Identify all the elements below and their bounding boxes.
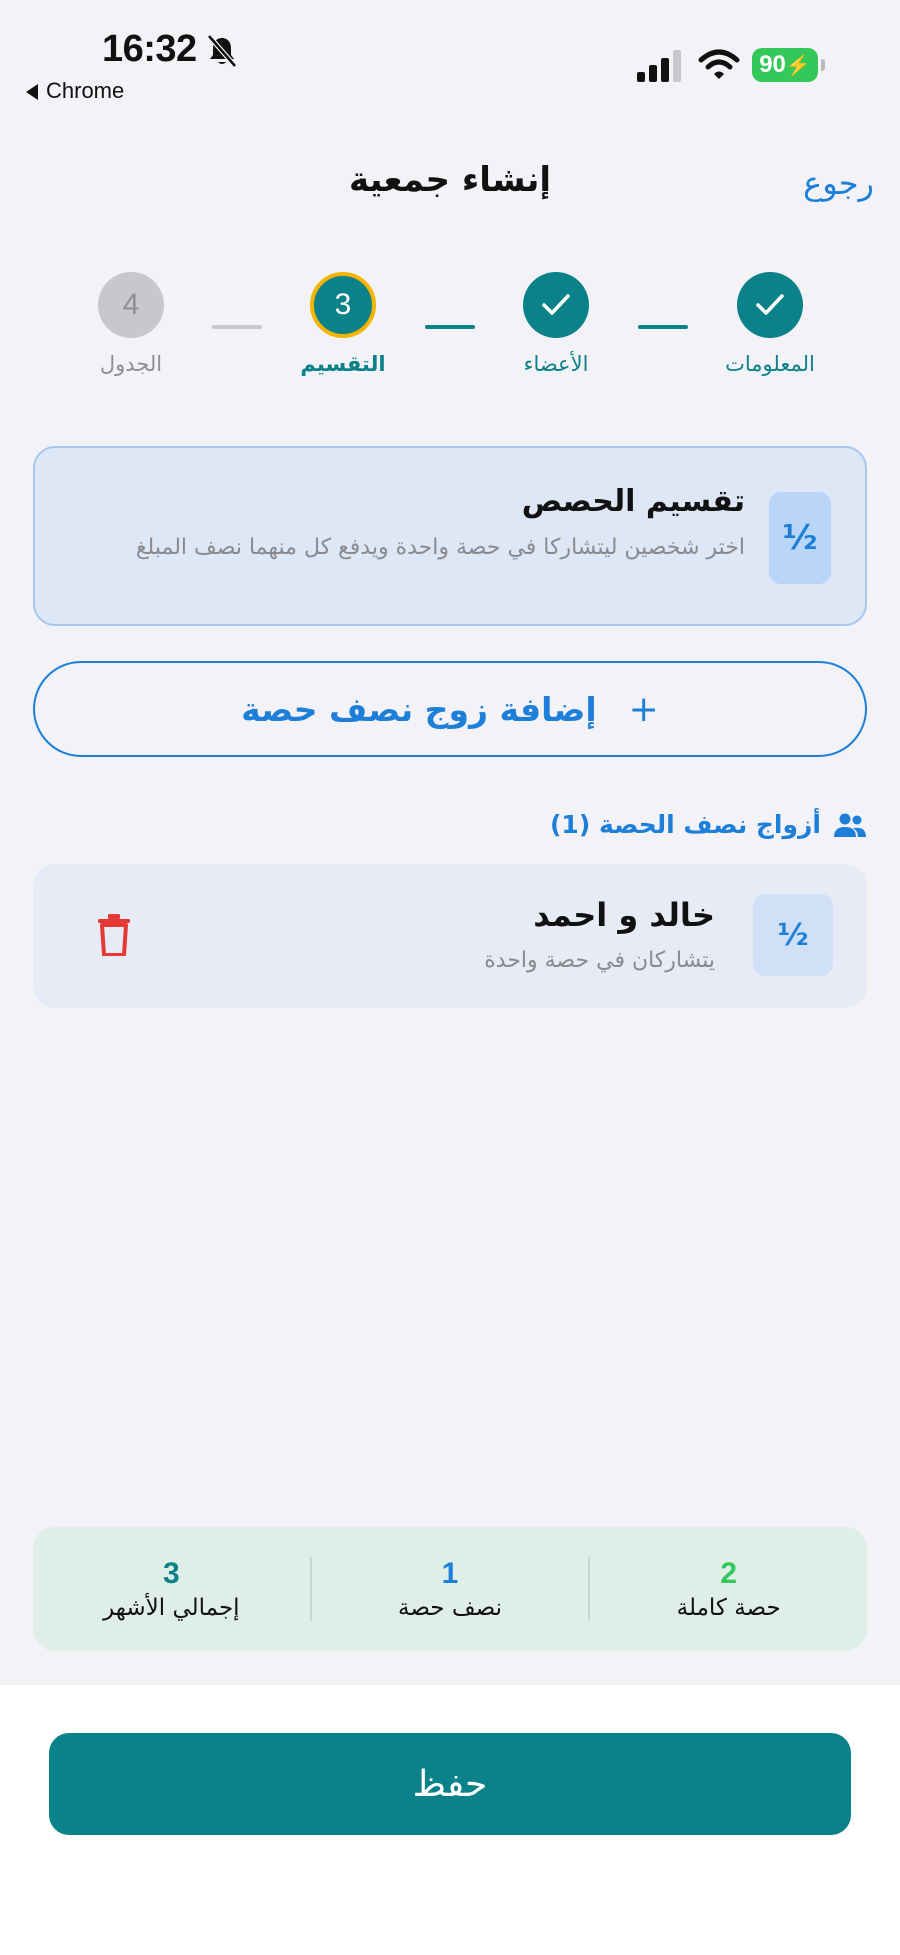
summary-stats: 2 حصة كاملة 1 نصف حصة 3 إجمالي الأشهر [33, 1527, 867, 1651]
trash-icon[interactable] [97, 914, 131, 956]
pairs-section-title: أزواج نصف الحصة (1) [549, 810, 821, 839]
step-division[interactable]: 3 التقسيم [273, 272, 413, 376]
bottom-action-bar: حفظ [0, 1685, 900, 1955]
page-title: إنشاء جمعية [349, 160, 551, 200]
step-division-number: 3 [310, 272, 376, 338]
half-share-badge: ½ [753, 894, 833, 976]
stat-half-share-value: 1 [441, 1557, 459, 1590]
plus-icon: + [628, 688, 659, 730]
half-share-badge: ½ [769, 492, 831, 584]
step-schedule-number: 4 [98, 272, 164, 338]
share-division-info-card: ½ تقسيم الحصص اختر شخصين ليتشاركا في حصة… [33, 446, 867, 626]
stat-total-months-label: إجمالي الأشهر [103, 1595, 240, 1621]
info-card-title: تقسيم الحصص [521, 484, 745, 519]
step-division-label: التقسيم [300, 352, 386, 376]
checkmark-icon [737, 272, 803, 338]
stat-half-share: 1 نصف حصة [312, 1527, 589, 1651]
stat-full-share: 2 حصة كاملة [590, 1527, 867, 1651]
pair-name: خالد و احمد [533, 896, 715, 934]
pair-subtitle: يتشاركان في حصة واحدة [484, 948, 715, 973]
battery-level: 90 [759, 51, 786, 78]
stat-divider [588, 1557, 591, 1621]
add-half-share-pair-button[interactable]: + إضافة زوج نصف حصة [33, 661, 867, 757]
step-connector [425, 325, 475, 329]
bell-muted-icon [207, 34, 237, 68]
battery-indicator: 90 ⚡ [752, 48, 825, 82]
step-info-label: المعلومات [725, 352, 815, 376]
charging-bolt-icon: ⚡ [785, 54, 811, 77]
people-icon [834, 813, 866, 837]
back-app-label: Chrome [46, 78, 125, 103]
stat-full-share-label: حصة كاملة [676, 1595, 781, 1621]
step-info[interactable]: المعلومات [700, 272, 840, 376]
step-connector [212, 325, 262, 329]
stat-half-share-label: نصف حصة [398, 1595, 502, 1621]
step-members-label: الأعضاء [523, 352, 589, 376]
save-button[interactable]: حفظ [49, 1733, 851, 1835]
step-schedule[interactable]: 4 الجدول [61, 272, 201, 376]
stat-full-share-value: 2 [720, 1557, 738, 1590]
stat-divider [309, 1557, 312, 1621]
info-card-description: اختر شخصين ليتشاركا في حصة واحدة ويدفع ك… [135, 535, 745, 560]
list-item: ½ خالد و احمد يتشاركان في حصة واحدة [33, 864, 867, 1008]
back-triangle-icon [26, 84, 38, 101]
status-time: 16:32 [102, 28, 197, 70]
checkmark-icon [523, 272, 589, 338]
stat-total-months: 3 إجمالي الأشهر [33, 1527, 310, 1651]
step-connector [638, 325, 688, 329]
step-members[interactable]: الأعضاء [486, 272, 626, 376]
pairs-section-header: أزواج نصف الحصة (1) [550, 810, 867, 839]
step-schedule-label: الجدول [99, 352, 163, 376]
back-to-app-link[interactable]: Chrome [26, 78, 124, 104]
wifi-icon [698, 49, 740, 79]
cellular-signal-icon [637, 50, 681, 82]
stat-total-months-value: 3 [162, 1557, 180, 1590]
add-pair-label: إضافة زوج نصف حصة [241, 689, 597, 729]
